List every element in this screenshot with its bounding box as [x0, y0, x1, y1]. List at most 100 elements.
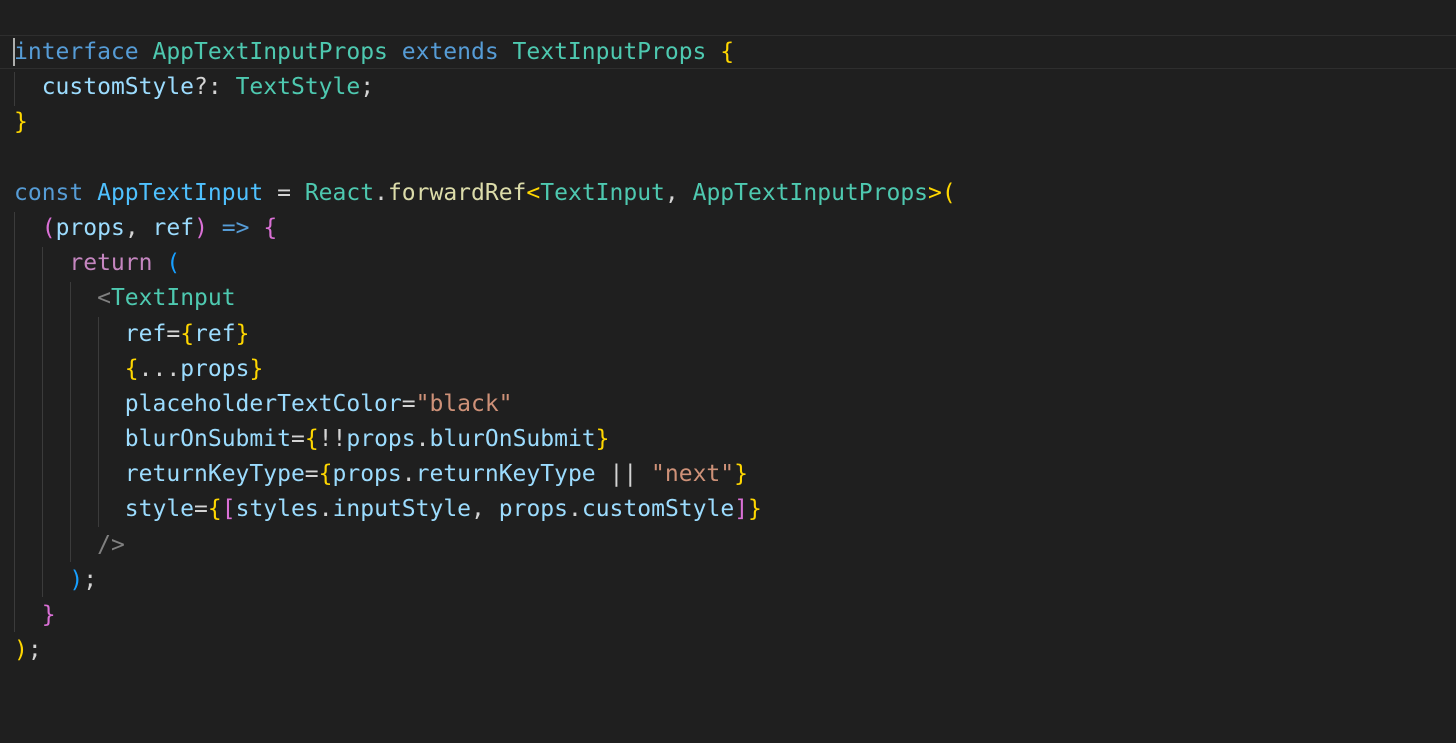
- code-token: [: [221, 496, 236, 523]
- code-token: placeholderTextColor: [124, 390, 402, 417]
- code-token: =>: [221, 214, 250, 241]
- code-token: props: [332, 461, 402, 488]
- code-token: ;: [83, 566, 98, 593]
- code-token: ): [69, 566, 84, 593]
- code-token: styles: [235, 496, 319, 523]
- code-token: TextInput: [110, 285, 236, 312]
- code-token: }: [748, 496, 762, 523]
- code-token: .: [401, 461, 416, 488]
- code-token: .: [374, 179, 388, 206]
- code-token: {: [720, 39, 735, 65]
- code-lines[interactable]: interface AppTextInputProps extends Text…: [14, 35, 956, 668]
- code-token: ref: [152, 214, 195, 241]
- code-token: }: [595, 426, 610, 453]
- code-token: =: [263, 179, 305, 206]
- code-line[interactable]: customStyle?: TextStyle;: [14, 70, 956, 105]
- code-line[interactable]: <TextInput: [14, 281, 956, 316]
- code-token: ref: [194, 320, 236, 347]
- code-token: props: [180, 355, 250, 382]
- code-line[interactable]: const AppTextInput = React.forwardRef<Te…: [14, 176, 956, 211]
- code-token: const: [14, 179, 84, 206]
- code-line[interactable]: {...props}: [14, 352, 956, 387]
- code-token: =: [304, 461, 319, 488]
- code-line[interactable]: style={[styles.inputStyle, props.customS…: [14, 492, 956, 527]
- code-token: AppTextInput: [97, 179, 264, 206]
- code-line[interactable]: placeholderTextColor="black": [14, 387, 956, 422]
- code-token: ): [14, 637, 28, 664]
- code-editor[interactable]: interface AppTextInputProps extends Text…: [0, 0, 1456, 743]
- text-cursor: [13, 38, 15, 66]
- code-token: }: [734, 461, 748, 488]
- code-token: !!: [318, 426, 347, 453]
- code-token: =: [166, 320, 181, 347]
- code-line[interactable]: }: [14, 105, 956, 140]
- code-token: props: [346, 426, 416, 453]
- code-line[interactable]: interface AppTextInputProps extends Text…: [14, 35, 956, 70]
- code-token: ref: [124, 320, 167, 347]
- code-token: {: [124, 355, 139, 382]
- code-token: extends: [401, 39, 499, 65]
- code-line[interactable]: returnKeyType={props.returnKeyType || "n…: [14, 457, 956, 492]
- code-token: }: [249, 355, 264, 382]
- code-token: .: [415, 426, 430, 453]
- code-token: />: [97, 531, 125, 558]
- code-token: interface: [14, 39, 139, 65]
- code-token: <: [97, 285, 111, 312]
- code-token: blurOnSubmit: [429, 426, 596, 453]
- code-token: ||: [595, 461, 652, 488]
- code-line[interactable]: );: [14, 633, 956, 668]
- code-token: >: [928, 179, 942, 206]
- code-token: ,: [471, 496, 499, 523]
- code-token: .: [568, 496, 582, 523]
- code-token: React: [304, 179, 375, 206]
- code-token: }: [14, 109, 28, 136]
- code-token: ,: [124, 214, 153, 241]
- code-token: =: [194, 496, 208, 523]
- code-token: (: [41, 214, 56, 241]
- code-token: {: [304, 426, 319, 453]
- code-token: TextInput: [540, 179, 665, 206]
- code-token: {: [180, 320, 195, 347]
- code-token: {: [207, 496, 222, 523]
- code-token: }: [235, 320, 250, 347]
- code-line[interactable]: [14, 141, 956, 176]
- code-line[interactable]: return (: [14, 246, 956, 281]
- code-token: ;: [27, 637, 42, 664]
- code-token: props: [55, 214, 125, 241]
- code-token: }: [41, 602, 56, 628]
- code-line[interactable]: }: [14, 598, 956, 633]
- code-token: {: [263, 214, 278, 241]
- code-line[interactable]: ref={ref}: [14, 317, 956, 352]
- code-token: "next": [651, 461, 735, 488]
- code-token: TextStyle: [235, 74, 361, 101]
- code-token: <: [526, 179, 541, 206]
- code-line[interactable]: (props, ref) => {: [14, 211, 956, 246]
- code-token: "black": [415, 390, 513, 417]
- code-token: TextInputProps: [512, 39, 707, 65]
- code-line[interactable]: );: [14, 563, 956, 598]
- code-token: =: [401, 390, 416, 417]
- code-token: return: [69, 250, 153, 277]
- code-token: (: [941, 179, 956, 206]
- code-line[interactable]: />: [14, 528, 956, 563]
- code-token: blurOnSubmit: [124, 426, 291, 453]
- code-token: ]: [734, 496, 749, 523]
- code-line[interactable]: blurOnSubmit={!!props.blurOnSubmit}: [14, 422, 956, 457]
- code-token: style: [124, 496, 195, 523]
- code-token: customStyle: [581, 496, 735, 523]
